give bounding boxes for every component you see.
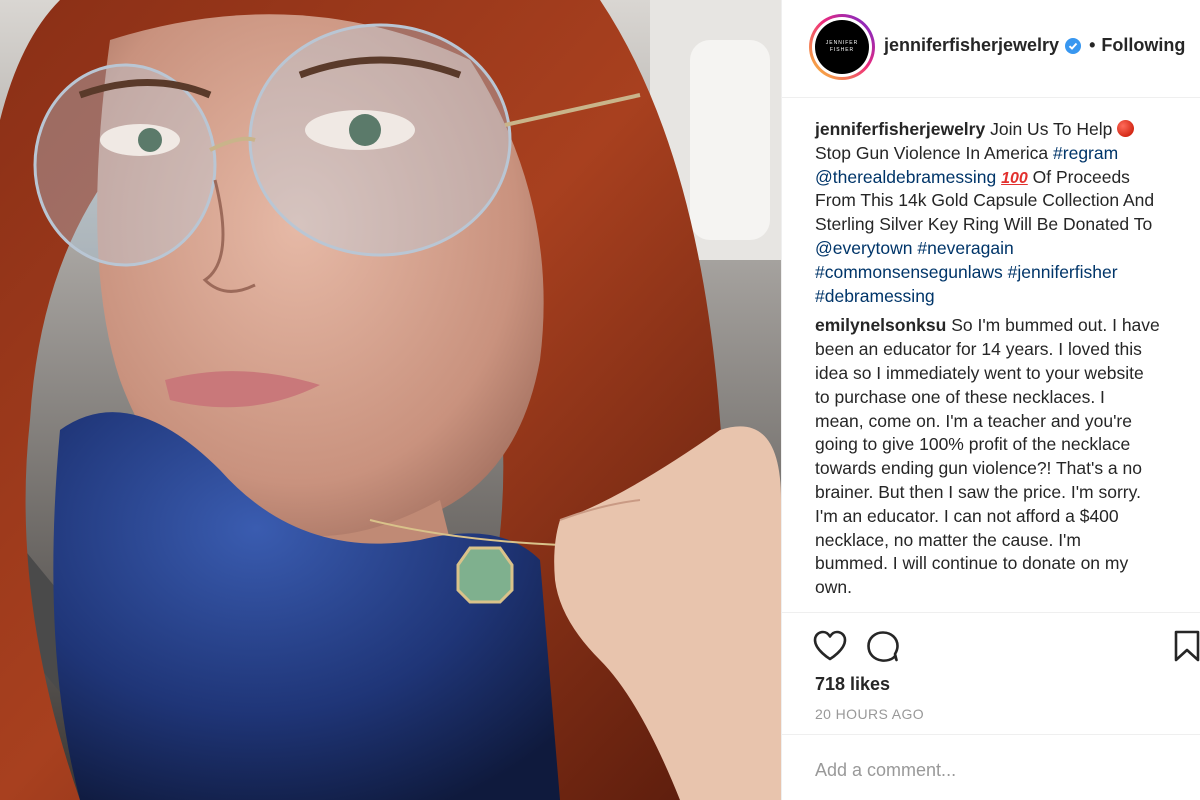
following-button[interactable]: Following bbox=[1101, 35, 1185, 56]
post-timestamp: 20 HOURS AGO bbox=[815, 706, 925, 722]
comment-bubble-icon[interactable] bbox=[866, 630, 900, 667]
caption-username[interactable]: jenniferfisherjewelry bbox=[815, 119, 985, 139]
hashtag-link[interactable]: #regram bbox=[1053, 143, 1118, 163]
avatar[interactable]: JENNIFER FISHER bbox=[815, 20, 869, 74]
comments-section: jenniferfisherjewelry Join Us To Help St… bbox=[815, 118, 1200, 600]
caption: jenniferfisherjewelry Join Us To Help St… bbox=[815, 119, 1155, 306]
mention-link[interactable]: @everytown bbox=[815, 238, 913, 258]
heart-icon[interactable] bbox=[813, 630, 847, 667]
hashtag-link[interactable]: #commonsensegunlaws bbox=[815, 262, 1003, 282]
hashtag-link[interactable]: #jenniferfisher bbox=[1008, 262, 1118, 282]
header-username[interactable]: jenniferfisherjewelry bbox=[884, 35, 1059, 56]
separator-dot: • bbox=[1089, 35, 1096, 55]
post-panel: JENNIFER FISHER jenniferfisherjewelry • … bbox=[782, 0, 1200, 800]
bookmark-icon[interactable] bbox=[1174, 630, 1200, 667]
comment: emilynelsonksu So I'm bummed out. I have… bbox=[815, 315, 1160, 598]
mention-link[interactable]: @therealdebramessing bbox=[815, 167, 996, 187]
divider bbox=[782, 734, 1200, 735]
comment-username[interactable]: emilynelsonksu bbox=[815, 315, 946, 335]
add-comment-input[interactable]: Add a comment... bbox=[815, 760, 956, 781]
hashtag-link[interactable]: #debramessing bbox=[815, 286, 935, 306]
divider bbox=[782, 612, 1200, 613]
post-photo[interactable] bbox=[0, 0, 781, 800]
likes-count[interactable]: 718 likes bbox=[815, 674, 890, 695]
verified-badge-icon bbox=[1065, 37, 1082, 54]
story-ring[interactable]: JENNIFER FISHER bbox=[809, 14, 875, 80]
hashtag-link[interactable]: #neveragain bbox=[917, 238, 1013, 258]
red-circle-emoji bbox=[1117, 120, 1135, 137]
hundred-points-emoji: 100 bbox=[1001, 169, 1028, 187]
header-username-row: jenniferfisherjewelry • Following bbox=[884, 35, 1185, 56]
post-header: JENNIFER FISHER jenniferfisherjewelry • … bbox=[782, 0, 1200, 98]
